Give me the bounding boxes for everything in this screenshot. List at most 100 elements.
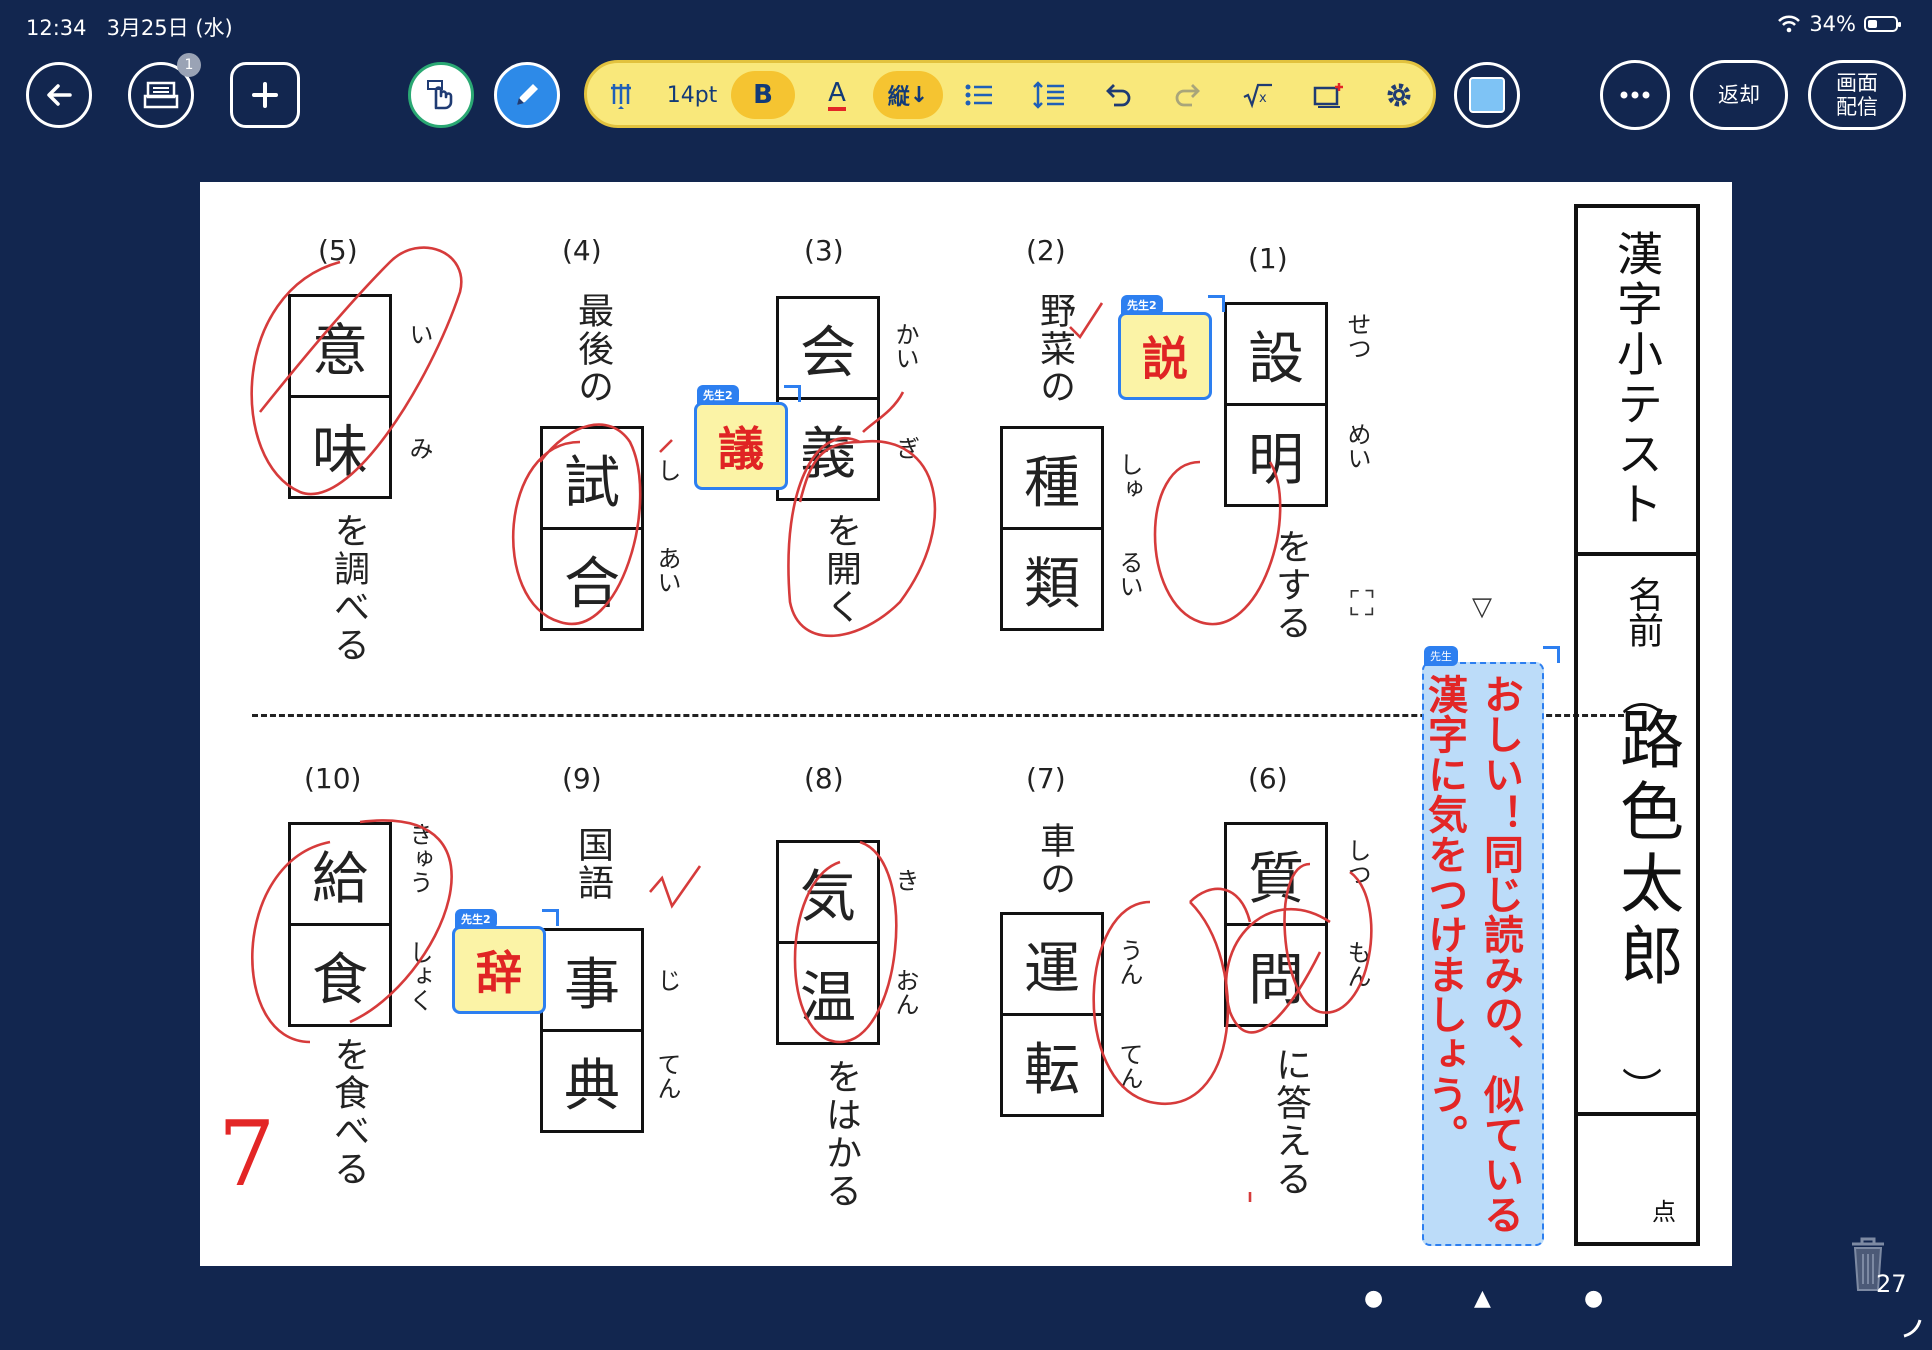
- test-title: 漢字小テスト: [1610, 230, 1664, 530]
- question-prefix: 車の: [1034, 822, 1075, 898]
- paren-close: ︶: [1622, 1066, 1662, 1112]
- screen-share-button[interactable]: 画面 配信: [1808, 60, 1906, 130]
- line-spacing-button[interactable]: [1021, 71, 1077, 119]
- comment-tag: 先生: [1424, 646, 1458, 666]
- page-dot-prev[interactable]: ●: [1364, 1286, 1383, 1311]
- answer-box[interactable]: 質問: [1224, 822, 1328, 1027]
- plus-icon: [252, 82, 278, 108]
- hand-pointer-icon: [427, 80, 453, 110]
- answer-box[interactable]: 気温: [776, 840, 880, 1045]
- pen-tool-button[interactable]: [494, 62, 560, 128]
- answer-box[interactable]: 試合: [540, 426, 644, 631]
- insert-box-button[interactable]: [1301, 71, 1357, 119]
- furigana: うん: [1115, 938, 1143, 986]
- answer-kanji: 典: [543, 1029, 641, 1130]
- answer-kanji: 類: [1003, 527, 1101, 628]
- answer-kanji: 事: [564, 952, 620, 1018]
- teacher-comment-box[interactable]: 先生 おしい！同じ読みの、似ている漢字に気をつけましょう。: [1421, 646, 1560, 1246]
- question-suffix: をする: [1270, 528, 1311, 642]
- formula-button[interactable]: x: [1231, 71, 1285, 119]
- undo-button[interactable]: [1093, 71, 1145, 119]
- redo-button[interactable]: [1161, 71, 1213, 119]
- resize-handle-icon[interactable]: [1900, 1316, 1924, 1340]
- page-indicator-current[interactable]: ▲: [1474, 1286, 1491, 1311]
- submission-tray-button[interactable]: 1: [128, 53, 201, 128]
- status-clock: 12:34 3月25日 (水): [26, 16, 233, 40]
- status-indicators: 34%: [1777, 12, 1901, 36]
- pencil-icon: [517, 84, 538, 105]
- furigana: あい: [653, 546, 681, 594]
- question-number: (3): [804, 234, 844, 267]
- question-number: (5): [318, 234, 358, 267]
- answer-kanji: 温: [779, 941, 877, 1042]
- question-prefix: 国語: [572, 826, 613, 902]
- answer-kanji: 味: [291, 395, 389, 496]
- list-button[interactable]: [953, 71, 1005, 119]
- question-number: (7): [1026, 762, 1066, 795]
- furigana: み: [405, 436, 433, 460]
- battery-percent: 34%: [1809, 12, 1856, 36]
- add-button[interactable]: [230, 62, 300, 128]
- resize-arrow-icon: [784, 385, 801, 402]
- answer-kanji: 合: [543, 527, 641, 628]
- furigana: もん: [1343, 940, 1371, 988]
- back-button[interactable]: [26, 62, 92, 128]
- undo-icon: [1106, 84, 1131, 107]
- answer-kanji: 義: [779, 397, 877, 498]
- arrow-down-icon: ↓: [909, 82, 929, 108]
- return-button[interactable]: 返却: [1690, 60, 1788, 130]
- text-color-button[interactable]: A: [809, 71, 865, 119]
- wifi-icon: [1778, 15, 1801, 33]
- answer-box[interactable]: 給食: [288, 822, 392, 1027]
- student-name: 路色太郎: [1609, 706, 1683, 994]
- furigana: てん: [1115, 1042, 1143, 1090]
- settings-button[interactable]: [1373, 71, 1425, 119]
- question-suffix: を調べる: [328, 512, 369, 664]
- question-number: (6): [1248, 762, 1288, 795]
- furigana: めい: [1343, 422, 1371, 470]
- sticker-tag: 先生2: [455, 909, 497, 929]
- arrow-left-icon: [47, 84, 72, 106]
- correction-sticker-3[interactable]: 先生2 辞: [452, 909, 559, 1014]
- furigana: しょく: [405, 940, 433, 1012]
- answer-kanji: 運: [1024, 936, 1080, 1002]
- more-options-button[interactable]: [1600, 60, 1670, 130]
- vertical-writing-button[interactable]: 縦 ↓: [873, 71, 943, 119]
- comment-text: おしい！同じ読みの、似ている漢字に気をつけましょう。: [1421, 674, 1523, 1234]
- page-dot-next[interactable]: ●: [1584, 1286, 1603, 1311]
- name-label: 名前: [1622, 576, 1663, 648]
- answer-box[interactable]: 事典: [540, 928, 644, 1133]
- correction-sticker-2[interactable]: 先生2 議: [694, 385, 801, 490]
- furigana: し: [653, 458, 681, 482]
- touch-mode-button[interactable]: [408, 62, 474, 128]
- notification-badge: 1: [177, 53, 201, 77]
- question-suffix: をはかる: [820, 1058, 861, 1210]
- answer-box[interactable]: 設明: [1224, 302, 1328, 507]
- resize-arrow-icon: [1208, 295, 1225, 312]
- answer-box[interactable]: 種類: [1000, 426, 1104, 631]
- name-cell: 名前 ︵ 路色太郎 ︶: [1578, 556, 1696, 1116]
- bold-button[interactable]: B: [731, 71, 795, 119]
- correction-sticker-1[interactable]: 先生2 説: [1118, 295, 1225, 400]
- answer-kanji: 明: [1227, 403, 1325, 504]
- triangle-down-icon[interactable]: ▽: [1472, 592, 1492, 622]
- furigana: しゅ: [1115, 452, 1143, 500]
- font-size-select[interactable]: 14pt: [655, 71, 729, 119]
- answer-kanji: 試: [564, 450, 620, 516]
- answer-box[interactable]: 意味: [288, 294, 392, 499]
- bullet-list-icon: [965, 84, 992, 106]
- redo-icon: [1175, 84, 1200, 107]
- furigana: き: [891, 868, 919, 892]
- align-columns-icon: [611, 84, 631, 109]
- resize-arrow-icon: [542, 909, 559, 926]
- color-picker-button[interactable]: [1454, 62, 1520, 128]
- square-root-icon: x: [1243, 83, 1272, 109]
- svg-text:x: x: [1259, 91, 1267, 106]
- text-spacing-tool[interactable]: [601, 71, 645, 119]
- sticker-tag: 先生2: [1121, 295, 1163, 315]
- answer-kanji: 転: [1003, 1013, 1101, 1114]
- title-column: 漢字小テスト 名前 ︵ 路色太郎 ︶: [1574, 204, 1700, 1246]
- worksheet-canvas[interactable]: (1) 設明せつ めい をする (2) 野菜の種類しゅ るい (3) 会義かいぎを開く (4) 最後…: [200, 182, 1732, 1266]
- fullscreen-icon[interactable]: ⛶: [1350, 584, 1374, 624]
- answer-box[interactable]: 運転: [1000, 912, 1104, 1117]
